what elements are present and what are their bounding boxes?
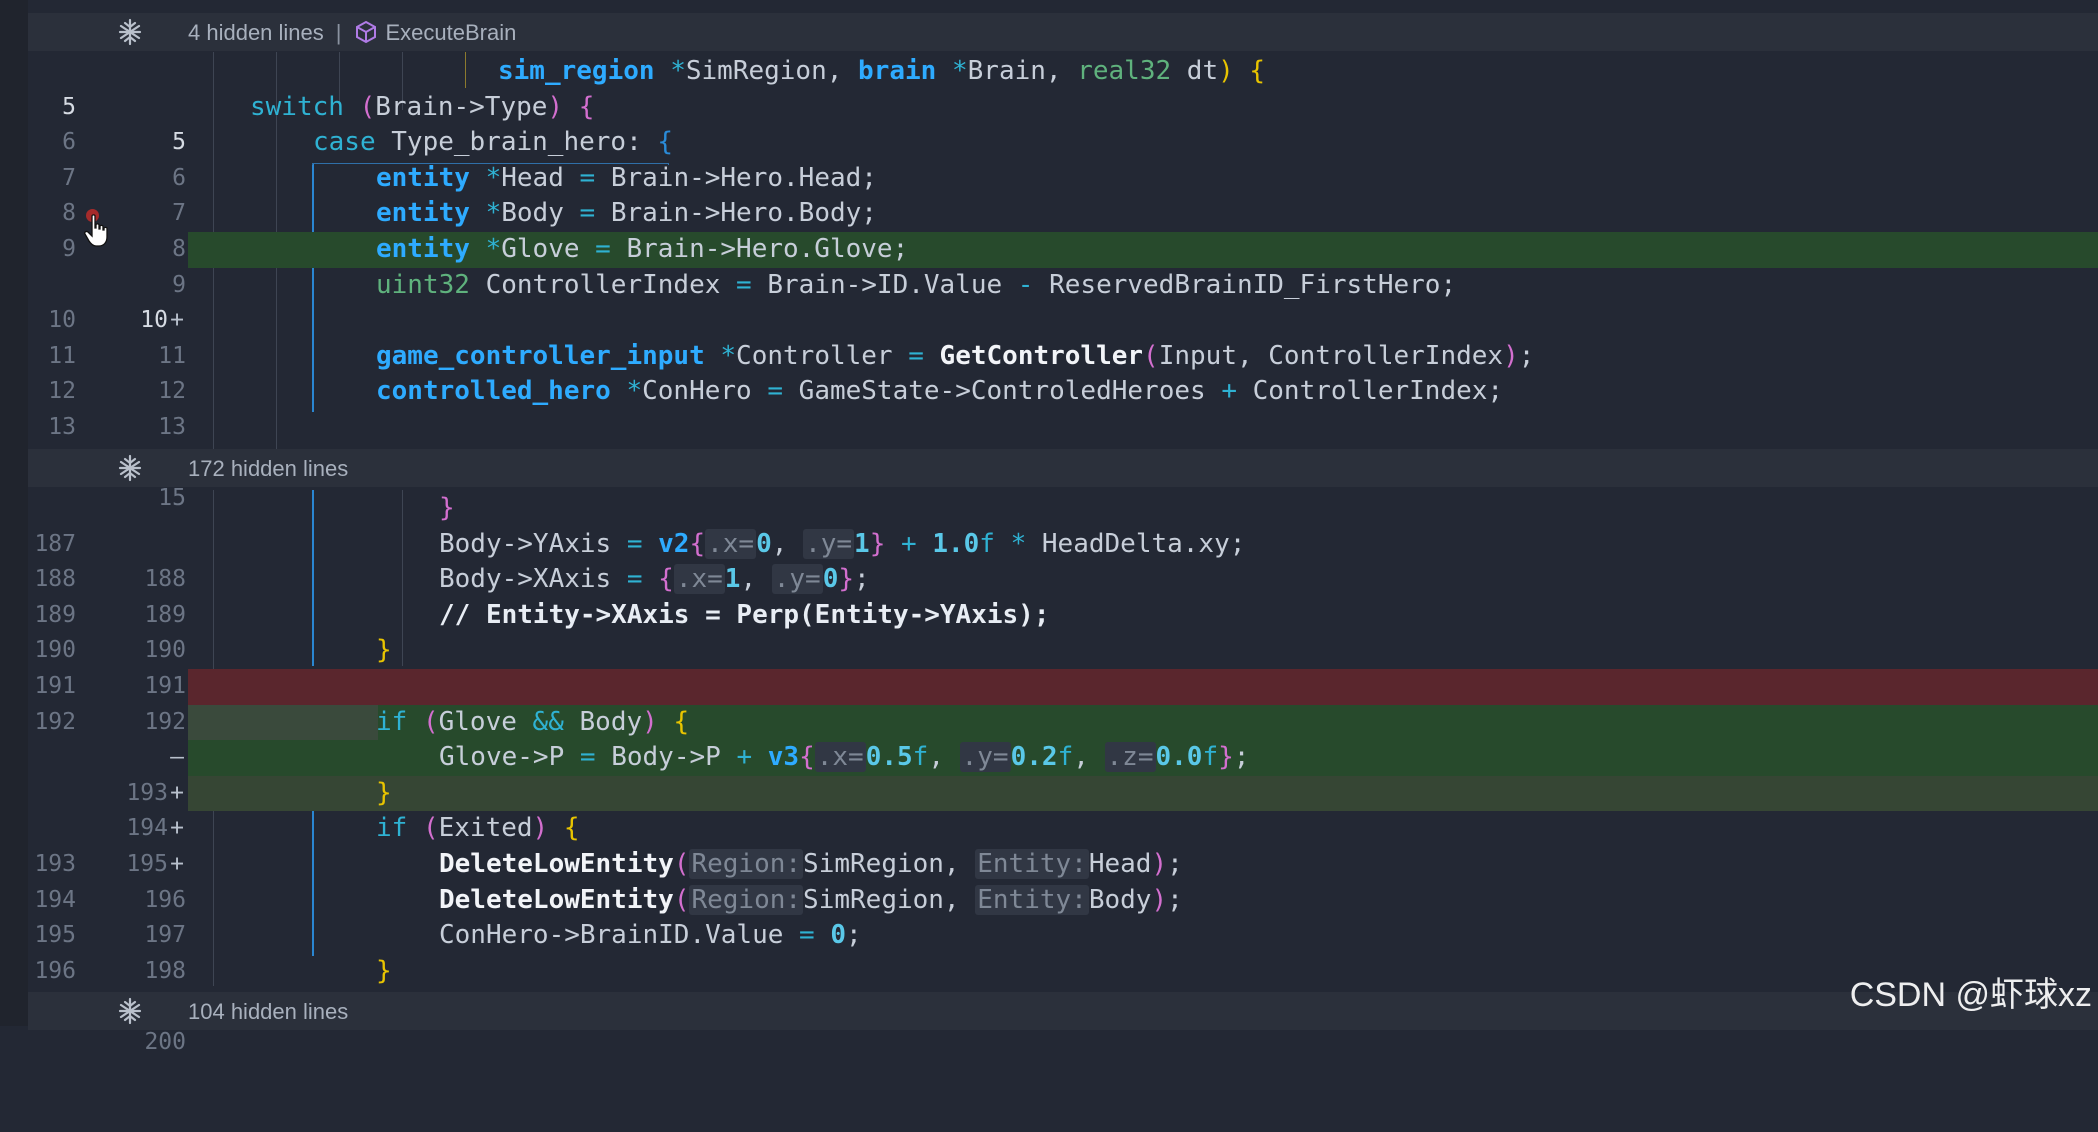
code-line[interactable]: 5 5 sim_region *SimRegion, brain *Brain,…	[28, 54, 2098, 155]
code-text: uint32 ControllerIndex = Brain->ID.Value…	[376, 269, 1457, 300]
new-line-number: 200	[144, 1028, 186, 1055]
code-text: }	[376, 777, 392, 808]
fold-label: 104 hidden lines	[188, 999, 349, 1024]
left-panel-edge	[0, 0, 28, 1026]
fold-label: 4 hidden lines	[188, 20, 324, 45]
code-text: sim_region *SimRegion, brain *Brain, rea…	[498, 56, 1266, 86]
fold-hidden-lines-middle[interactable]: 172 hidden lines	[28, 449, 2098, 487]
fold-symbol-name[interactable]: ExecuteBrain	[386, 20, 517, 45]
code-line[interactable]: 189 190 Body->XAxis = {.x=1, .y=0};	[28, 562, 2098, 663]
code-text: Body->XAxis = {.x=1, .y=0};	[439, 564, 870, 595]
unfold-icon[interactable]	[116, 454, 144, 482]
code-comment: // Entity->XAxis = Perp(Entity->YAxis);	[439, 599, 1050, 630]
fold-label: 172 hidden lines	[188, 456, 349, 481]
code-text: controlled_hero *ConHero = GameState->Co…	[376, 376, 1504, 407]
code-text: DeleteLowEntity(Region:SimRegion, Entity…	[439, 849, 1183, 879]
code-line[interactable]: 8 8 entity *Head = Brain->Hero.Head;	[28, 161, 2098, 262]
code-line[interactable]: 10 11 uint32 ControllerIndex = Brain->ID…	[28, 268, 2098, 369]
changed-whitespace-highlight	[188, 704, 378, 741]
fold-hidden-lines-top[interactable]: 4 hidden lines | ExecuteBrain	[28, 13, 2098, 51]
code-text: }	[376, 955, 392, 986]
code-line[interactable]: 188 189 Body->YAxis = v2{.x=0, .y=1} + 1…	[28, 527, 2098, 628]
code-line[interactable]: 7 7 case Type_brain_hero: {	[28, 125, 2098, 226]
code-text: if (Glove && Body) {	[376, 706, 690, 737]
code-line[interactable]: 187 188 }	[28, 491, 2098, 592]
fold-separator: |	[335, 20, 342, 45]
code-line[interactable]: 190 191 // Entity->XAxis = Perp(Entity->…	[28, 598, 2098, 699]
code-text: game_controller_input *Controller = GetC…	[376, 340, 1535, 371]
added-line[interactable]: Glove->P = Body->P + v3{.x=0.5f, .y=0.2f…	[188, 740, 2098, 776]
watermark: CSDN @虾球xz	[1849, 976, 2092, 1014]
cube-icon	[355, 20, 376, 44]
gutter-row: 195+	[28, 776, 188, 877]
gutter-row: 194+	[28, 740, 188, 841]
code-text: DeleteLowEntity(Region:SimRegion, Entity…	[439, 884, 1183, 915]
code-text: Glove->P = Body->P + v3{.x=0.5f, .y=0.2f…	[439, 742, 1250, 773]
code-line[interactable]: 12 13 game_controller_input *Controller …	[28, 339, 2098, 440]
editor-body[interactable]: 4 hidden lines | ExecuteBrain 5 5 sim_regi…	[28, 0, 2098, 1055]
code-text: entity *Glove = Brain->Hero.Glove;	[376, 234, 909, 264]
code-text: entity *Head = Brain->Hero.Head;	[376, 162, 877, 193]
code-line[interactable]: 14 15	[28, 410, 2098, 512]
diff-editor[interactable]: 4 hidden lines | ExecuteBrain 5 5 sim_regi…	[0, 0, 2098, 1055]
unfold-icon[interactable]	[116, 997, 144, 1025]
code-line[interactable]: 6 6 switch (Brain->Type) {	[28, 90, 2098, 191]
added-line[interactable]: entity *Glove = Brain->Hero.Glove;	[188, 232, 2098, 268]
code-text: }	[376, 635, 392, 666]
code-line[interactable]: 9 9 entity *Body = Brain->Hero.Body;	[28, 196, 2098, 297]
code-line[interactable]: 196 199 ConHero->BrainID.Value = 0;	[28, 918, 2098, 1019]
code-line[interactable]: 197 200 }	[28, 954, 2098, 1055]
code-line[interactable]: 11 12	[28, 303, 2098, 405]
fold-hidden-lines-bottom[interactable]: 104 hidden lines	[28, 992, 2098, 1030]
gutter-row: 193+	[28, 705, 188, 806]
removed-line[interactable]	[188, 669, 2098, 705]
code-line[interactable]: 193 196 if (Exited) {	[28, 811, 2098, 912]
code-text: }	[439, 493, 455, 523]
code-text: switch (Brain->Type) {	[250, 91, 595, 122]
code-text: ConHero->BrainID.Value = 0;	[439, 920, 862, 951]
code-text: Body->YAxis = v2{.x=0, .y=1} + 1.0f * He…	[439, 528, 1246, 559]
code-line[interactable]: 191 192 }	[28, 633, 2098, 734]
unfold-icon[interactable]	[116, 18, 144, 46]
code-line[interactable]: 195 198 DeleteLowEntity(Region:SimRegion…	[28, 883, 2098, 984]
code-line[interactable]: 13 14 controlled_hero *ConHero = GameSta…	[28, 374, 2098, 475]
added-line[interactable]: if (Glove && Body) {	[188, 704, 2098, 741]
code-line[interactable]: 194 197 DeleteLowEntity(Region:SimRegion…	[28, 847, 2098, 948]
code-text: case Type_brain_hero: {	[313, 127, 674, 158]
hand-pointer-icon	[84, 214, 108, 247]
code-text: if (Exited) {	[376, 813, 580, 844]
added-line[interactable]: }	[188, 775, 2098, 812]
code-text: entity *Body = Brain->Hero.Body;	[376, 198, 877, 229]
gutter-row: 192 —	[28, 669, 188, 771]
